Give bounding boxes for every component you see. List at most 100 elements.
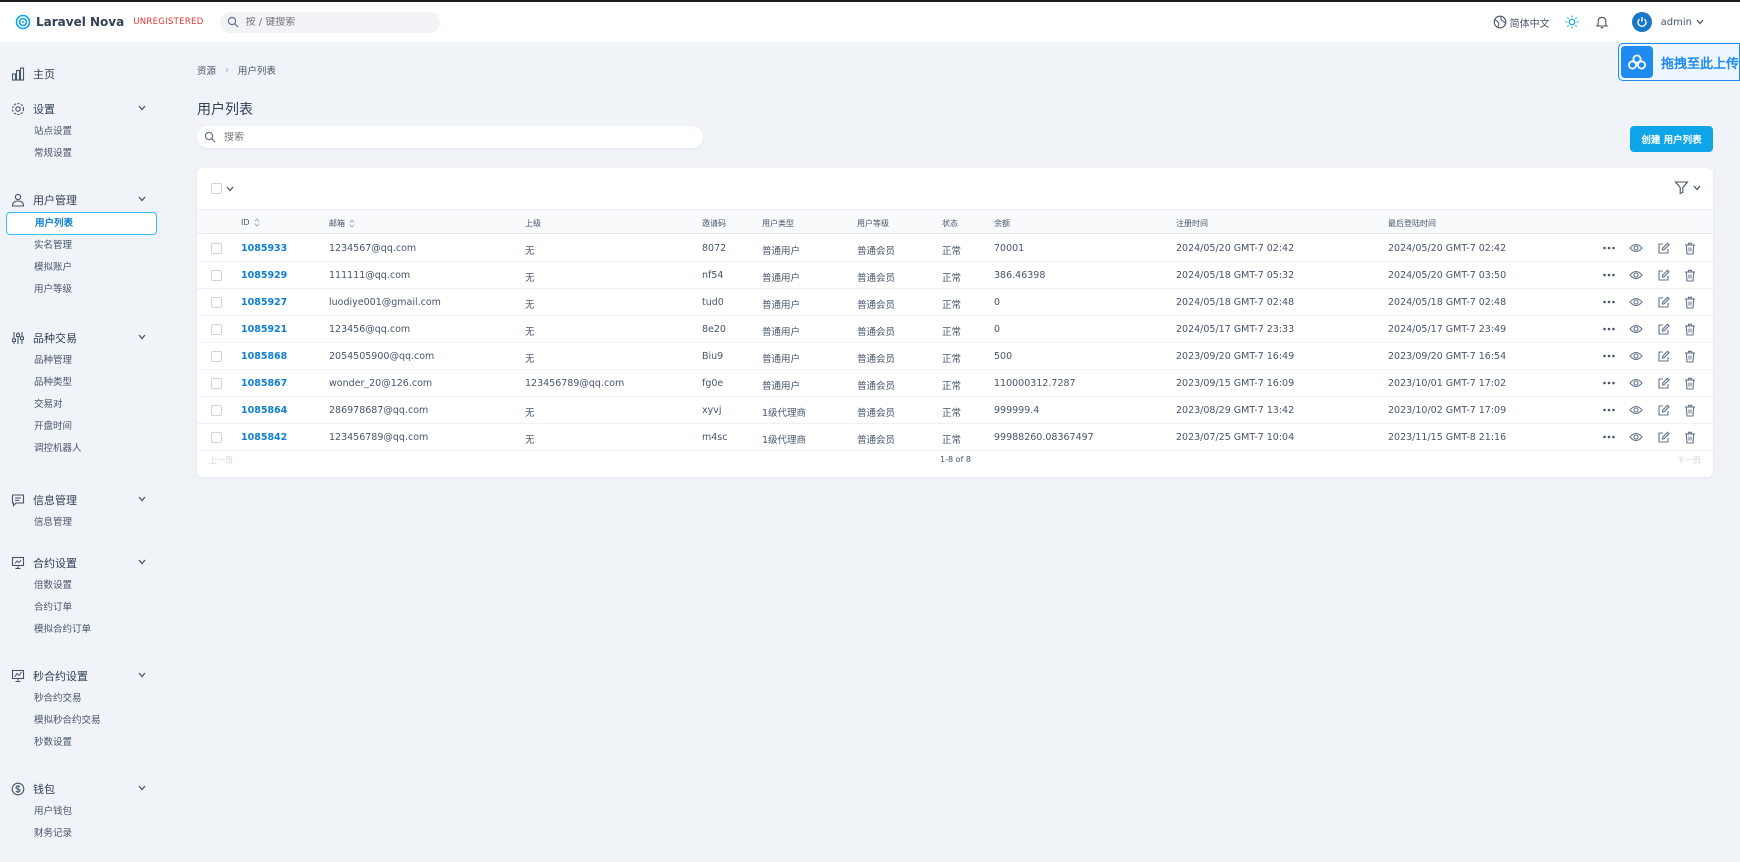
row-actions-button[interactable]: [1602, 349, 1616, 363]
row-actions-button[interactable]: [1602, 241, 1616, 255]
row-checkbox[interactable]: [211, 243, 222, 254]
sidebar-item-contract-orders[interactable]: 合约订单: [0, 597, 160, 619]
sidebar-item-demo-second-trades[interactable]: 模拟秒合约交易: [0, 710, 160, 732]
filter-dropdown[interactable]: [1674, 180, 1701, 195]
delete-button[interactable]: [1683, 322, 1697, 336]
sidebar-group-header[interactable]: 秒合约设置: [0, 666, 160, 686]
table-row[interactable]: 1085929 111111@qq.com 无 nf54 普通用户 普通会员 正常 386.4…: [197, 262, 1713, 289]
logo[interactable]: Laravel Nova UNREGISTERED: [15, 14, 204, 30]
sidebar-item-home[interactable]: 主页: [0, 64, 55, 84]
sidebar-item-demo-contract-orders[interactable]: 模拟合约订单: [0, 619, 160, 641]
table-row[interactable]: 1085927 luodiye001@gmail.com 无 tud0 普通用户 普通会员…: [197, 289, 1713, 316]
sidebar-item-leverage[interactable]: 倍数设置: [0, 575, 160, 597]
row-checkbox[interactable]: [211, 324, 222, 335]
delete-button[interactable]: [1683, 376, 1697, 390]
sidebar-group-header[interactable]: 钱包: [0, 779, 160, 799]
row-actions-button[interactable]: [1602, 295, 1616, 309]
select-all-checkbox[interactable]: [211, 183, 222, 194]
edit-button[interactable]: [1656, 322, 1670, 336]
view-button[interactable]: [1629, 430, 1643, 444]
sidebar-item-pairs[interactable]: 交易对: [0, 394, 160, 416]
sidebar-item-open-hours[interactable]: 开盘时间: [0, 416, 160, 438]
global-search[interactable]: [219, 11, 440, 33]
table-row[interactable]: 1085868 2054505900@qq.com 无 Biu9 普通用户 普通会员 正常 5…: [197, 343, 1713, 370]
row-checkbox[interactable]: [211, 432, 222, 443]
drag-upload-widget[interactable]: 拖拽至此上传: [1618, 43, 1740, 81]
edit-button[interactable]: [1656, 241, 1670, 255]
row-actions-button[interactable]: [1602, 268, 1616, 282]
view-button[interactable]: [1629, 376, 1643, 390]
language-switcher[interactable]: 简体中文: [1493, 15, 1550, 30]
select-all-dropdown[interactable]: [211, 183, 234, 194]
global-search-input[interactable]: [245, 16, 426, 28]
row-checkbox[interactable]: [211, 351, 222, 362]
edit-button[interactable]: [1656, 430, 1670, 444]
cell-id[interactable]: 1085868: [241, 351, 287, 362]
theme-toggle[interactable]: [1564, 14, 1580, 30]
sidebar-item-demo-accounts[interactable]: 模拟账户: [0, 257, 160, 279]
sidebar-group-header[interactable]: 信息管理: [0, 490, 160, 510]
edit-button[interactable]: [1656, 403, 1670, 417]
sidebar-item-user-wallets[interactable]: 用户钱包: [0, 801, 160, 823]
sidebar-group-header[interactable]: 合约设置: [0, 553, 160, 573]
column-header-email[interactable]: 邮箱: [329, 218, 355, 229]
delete-button[interactable]: [1683, 403, 1697, 417]
sidebar-item-robots[interactable]: 调控机器人: [0, 438, 160, 460]
table-row[interactable]: 1085864 286978687@qq.com 无 xyvj 1级代理商 普通会员 正常 9…: [197, 397, 1713, 424]
row-checkbox[interactable]: [211, 270, 222, 281]
sidebar-item-kyc[interactable]: 实名管理: [0, 235, 160, 257]
sidebar-item-second-trades[interactable]: 秒合约交易: [0, 688, 160, 710]
cell-id[interactable]: 1085927: [241, 297, 287, 308]
table-row[interactable]: 1085842 123456789@qq.com 无 m4sc 1级代理商 普通会员 正常 9…: [197, 424, 1713, 451]
view-button[interactable]: [1629, 268, 1643, 282]
next-page-button[interactable]: 下一页: [1677, 455, 1701, 466]
sidebar-item-second-settings[interactable]: 秒数设置: [0, 732, 160, 754]
sidebar-item-user-levels[interactable]: 用户等级: [0, 279, 160, 301]
row-checkbox[interactable]: [211, 378, 222, 389]
sidebar-group-header[interactable]: 品种交易: [0, 328, 160, 348]
view-button[interactable]: [1629, 403, 1643, 417]
column-header-id[interactable]: ID: [241, 218, 260, 227]
sidebar-group-header[interactable]: 用户管理: [0, 190, 160, 210]
edit-button[interactable]: [1656, 268, 1670, 282]
resource-search-input[interactable]: [224, 131, 684, 143]
notifications-button[interactable]: [1594, 14, 1610, 30]
delete-button[interactable]: [1683, 349, 1697, 363]
cell-id[interactable]: 1085867: [241, 378, 287, 389]
prev-page-button[interactable]: 上一页: [209, 455, 233, 466]
sidebar-item-symbol-types[interactable]: 品种类型: [0, 372, 160, 394]
row-actions-button[interactable]: [1602, 403, 1616, 417]
edit-button[interactable]: [1656, 295, 1670, 309]
delete-button[interactable]: [1683, 241, 1697, 255]
cell-id[interactable]: 1085864: [241, 405, 287, 416]
cell-id[interactable]: 1085921: [241, 324, 287, 335]
row-actions-button[interactable]: [1602, 430, 1616, 444]
row-actions-button[interactable]: [1602, 322, 1616, 336]
row-checkbox[interactable]: [211, 405, 222, 416]
delete-button[interactable]: [1683, 295, 1697, 309]
sidebar-item-general-settings[interactable]: 常规设置: [0, 143, 160, 165]
delete-button[interactable]: [1683, 268, 1697, 282]
sidebar-item-site-settings[interactable]: 站点设置: [0, 121, 160, 143]
row-actions-button[interactable]: [1602, 376, 1616, 390]
table-row[interactable]: 1085867 wonder_20@126.com 123456789@qq.com…: [197, 370, 1713, 397]
cell-id[interactable]: 1085842: [241, 432, 287, 443]
cell-id[interactable]: 1085933: [241, 243, 287, 254]
sidebar-group-header[interactable]: 设置: [0, 99, 160, 119]
create-user-button[interactable]: 创建 用户列表: [1630, 126, 1713, 152]
edit-button[interactable]: [1656, 376, 1670, 390]
table-row[interactable]: 1085921 123456@qq.com 无 8e20 普通用户 普通会员 正常 0 2024…: [197, 316, 1713, 343]
row-checkbox[interactable]: [211, 297, 222, 308]
view-button[interactable]: [1629, 322, 1643, 336]
view-button[interactable]: [1629, 295, 1643, 309]
sidebar-item-user-list[interactable]: 用户列表: [6, 212, 157, 235]
view-button[interactable]: [1629, 349, 1643, 363]
table-row[interactable]: 1085933 1234567@qq.com 无 8072 普通用户 普通会员 正常 7000…: [197, 235, 1713, 262]
user-menu[interactable]: admin: [1631, 12, 1704, 32]
resource-search[interactable]: [197, 126, 703, 148]
delete-button[interactable]: [1683, 430, 1697, 444]
sidebar-item-messages[interactable]: 信息管理: [0, 512, 160, 534]
cell-id[interactable]: 1085929: [241, 270, 287, 281]
sidebar-item-symbols[interactable]: 品种管理: [0, 350, 160, 372]
sidebar-item-finance-records[interactable]: 财务记录: [0, 823, 160, 845]
